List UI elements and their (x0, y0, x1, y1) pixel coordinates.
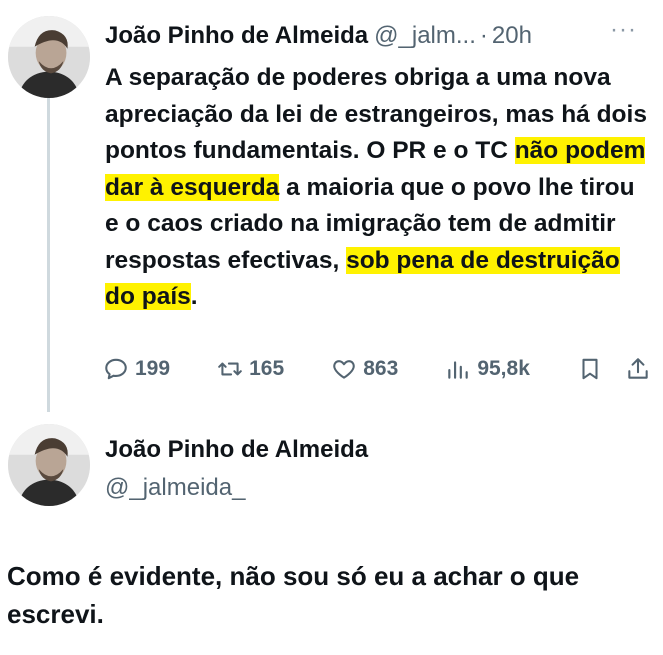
separator-dot: · (479, 22, 488, 49)
reply-button[interactable]: 199 (103, 356, 170, 382)
like-count: 863 (363, 357, 399, 380)
avatar[interactable] (8, 424, 90, 506)
timestamp[interactable]: 20h (492, 22, 532, 50)
like-icon (333, 360, 355, 379)
retweet-button[interactable]: 165 (217, 356, 284, 382)
profile-photo (8, 424, 90, 506)
views-icon (448, 361, 469, 379)
author-name[interactable]: João Pinho de Almeida (105, 22, 368, 50)
retweet-icon (218, 362, 242, 376)
action-bar: 199 165 863 95,8k (103, 352, 651, 386)
more-options-icon[interactable]: ··· (610, 16, 637, 44)
extra-actions (577, 356, 651, 382)
author-name[interactable]: João Pinho de Almeida (105, 436, 368, 464)
tweet-text-part: . (190, 283, 198, 310)
bookmark-icon[interactable] (577, 356, 603, 382)
profile-photo (8, 16, 90, 98)
author-handle[interactable]: @_jalm... (374, 22, 476, 50)
reply-count: 199 (135, 357, 171, 380)
views-count: 95,8k (477, 357, 530, 380)
share-icon[interactable] (625, 356, 651, 382)
like-button[interactable]: 863 (331, 356, 398, 382)
views-button[interactable]: 95,8k (445, 356, 530, 382)
tweet-text: A separação de poderes obriga a uma nova… (105, 60, 655, 316)
retweet-count: 165 (249, 357, 285, 380)
reply-icon (105, 358, 127, 380)
thread-line (47, 98, 50, 412)
tweet-text: Como é evidente, não sou só eu a achar o… (7, 561, 580, 629)
author-handle[interactable]: @_jalmeida_ (105, 474, 245, 502)
avatar[interactable] (8, 16, 90, 98)
tweet-header: João Pinho de Almeida @_jalm... · 20h ··… (105, 16, 645, 54)
